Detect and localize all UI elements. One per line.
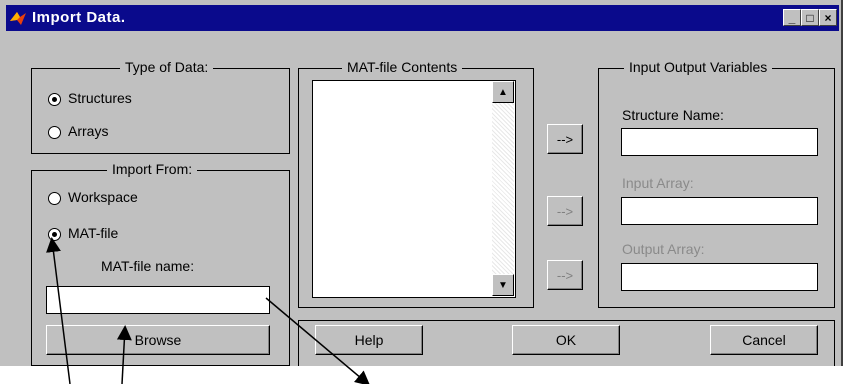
arrays-label: Arrays	[68, 123, 109, 139]
arrays-radio[interactable]	[48, 126, 61, 139]
mat-file-name-input[interactable]	[46, 286, 270, 314]
browse-button[interactable]: Browse	[46, 325, 270, 355]
maximize-button[interactable]: □	[801, 9, 819, 26]
input-output-variables-legend: Input Output Variables	[624, 59, 773, 75]
type-of-data-legend: Type of Data:	[120, 59, 214, 75]
mat-file-name-label: MAT-file name:	[101, 258, 195, 274]
type-of-data-group	[31, 68, 290, 154]
workspace-radio[interactable]	[48, 192, 61, 205]
output-array-input[interactable]	[621, 263, 818, 291]
mat-file-contents-list[interactable]	[312, 80, 516, 298]
transfer-output-button[interactable]: -->	[547, 260, 583, 290]
transfer-input-button[interactable]: -->	[547, 196, 583, 226]
help-button[interactable]: Help	[315, 325, 423, 355]
output-array-label: Output Array:	[622, 241, 705, 257]
scroll-up-arrow-icon[interactable]: ▲	[492, 81, 514, 103]
import-data-window: Import Data. _ □ × Type of Data: Structu…	[0, 0, 843, 366]
input-array-label: Input Array:	[622, 175, 694, 191]
scroll-down-arrow-icon[interactable]: ▼	[492, 274, 514, 296]
minimize-button[interactable]: _	[783, 9, 801, 26]
structure-name-input[interactable]	[621, 128, 818, 156]
transfer-structure-button[interactable]: -->	[547, 124, 583, 154]
mat-file-radio[interactable]	[48, 228, 61, 241]
contents-scrollbar[interactable]: ▲ ▼	[492, 81, 514, 296]
ok-button[interactable]: OK	[512, 325, 620, 355]
workspace-label: Workspace	[68, 189, 138, 205]
mat-file-label: MAT-file	[68, 225, 119, 241]
matlab-logo-icon	[9, 9, 27, 30]
structure-name-label: Structure Name:	[622, 107, 724, 123]
input-array-input[interactable]	[621, 197, 818, 225]
structures-radio[interactable]	[48, 93, 61, 106]
import-from-legend: Import From:	[107, 161, 198, 177]
close-button[interactable]: ×	[819, 9, 837, 26]
mat-file-contents-legend: MAT-file Contents	[342, 59, 463, 75]
title-bar[interactable]: Import Data. _ □ ×	[6, 5, 839, 31]
window-title: Import Data.	[32, 9, 126, 26]
cancel-button[interactable]: Cancel	[710, 325, 818, 355]
structures-label: Structures	[68, 90, 132, 106]
